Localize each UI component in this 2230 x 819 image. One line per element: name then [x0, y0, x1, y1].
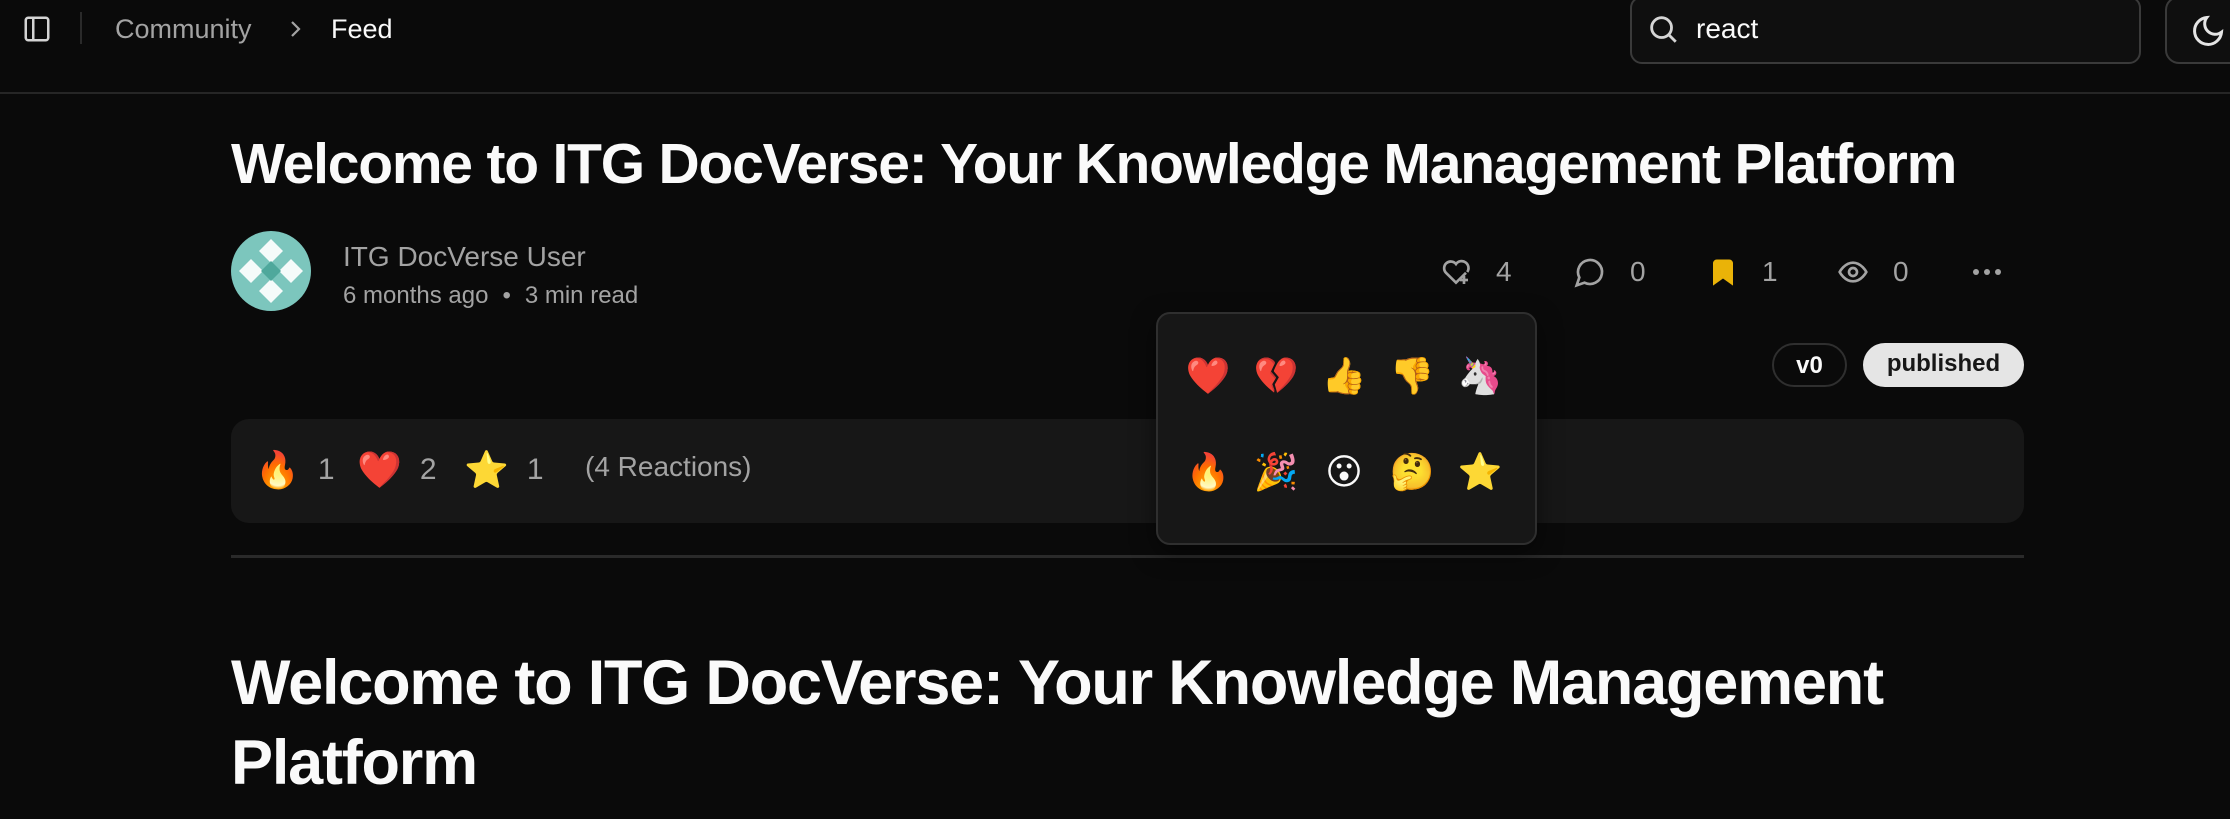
emoji-option-party[interactable]: 🎉 [1248, 444, 1304, 500]
breadcrumb-community[interactable]: Community [115, 10, 252, 48]
bookmark-button[interactable]: 1 [1708, 253, 1778, 291]
views-count: 0 [1893, 256, 1909, 287]
reaction-count: 1 [526, 453, 544, 486]
heart-emoji: ❤️ [357, 449, 402, 490]
comment-button[interactable]: 0 [1574, 253, 1646, 291]
emoji-option-thumbs-up[interactable]: 👍 [1316, 348, 1372, 404]
search-input[interactable] [1696, 10, 2116, 48]
fire-emoji: 🔥 [255, 449, 300, 490]
comment-count: 0 [1630, 256, 1646, 287]
avatar[interactable] [231, 231, 311, 311]
author-name[interactable]: ITG DocVerse User [343, 240, 586, 274]
emoji-option-broken-heart[interactable]: 💔 [1248, 348, 1304, 404]
chevron-right-icon [288, 10, 304, 48]
status-badge: published [1863, 343, 2024, 387]
version-badge: v0 [1772, 343, 1847, 387]
content-heading: Welcome to ITG DocVerse: Your Knowledge … [231, 648, 1884, 798]
moon-icon [2193, 15, 2224, 46]
search-box[interactable] [1630, 0, 2141, 64]
top-bar: Community Feed [0, 0, 2230, 94]
like-button[interactable]: 4 [1440, 253, 1512, 291]
eye-icon [1838, 261, 1868, 283]
meta-separator: • [502, 282, 511, 309]
views-stat: 0 [1837, 253, 1909, 291]
emoji-option-unicorn[interactable]: 🦄 [1452, 348, 1508, 404]
emoji-option-thumbs-down[interactable]: 👎 [1384, 348, 1440, 404]
sidebar-toggle-icon[interactable] [22, 14, 52, 44]
post-title: Welcome to ITG DocVerse: Your Knowledge … [231, 132, 1957, 196]
reactions-total: (4 Reactions) [585, 451, 752, 482]
heart-plus-icon [1442, 259, 1470, 285]
reactions-bar: 🔥 1 ❤️ 2 ⭐ 1 (4 Reactions) [231, 419, 2024, 523]
more-options-button[interactable] [1970, 257, 2004, 287]
search-icon [1646, 12, 1680, 46]
emoji-option-heart[interactable]: ❤️ [1180, 348, 1236, 404]
theme-toggle-button[interactable] [2165, 0, 2230, 64]
reaction-star[interactable]: ⭐ 1 [464, 445, 544, 495]
bookmark-icon [1713, 259, 1733, 286]
emoji-option-thinking[interactable]: 🤔 [1384, 444, 1440, 500]
reaction-count: 1 [317, 453, 335, 486]
reaction-heart[interactable]: ❤️ 2 [357, 445, 437, 495]
header-divider [80, 12, 82, 44]
star-emoji: ⭐ [464, 449, 509, 490]
emoji-picker: ❤️ 💔 👍 👎 🦄 🔥 🎉 😮 🤔 ⭐ [1156, 312, 1537, 545]
more-horizontal-icon [1973, 269, 2001, 275]
content-divider [231, 555, 2024, 558]
comment-icon [1574, 258, 1604, 288]
breadcrumb-feed: Feed [331, 14, 393, 44]
emoji-option-surprised[interactable]: 😮 [1316, 444, 1372, 500]
emoji-option-star[interactable]: ⭐ [1452, 444, 1508, 500]
read-time: 3 min read [524, 282, 639, 309]
reaction-fire[interactable]: 🔥 1 [255, 445, 335, 495]
like-count: 4 [1496, 256, 1512, 287]
post-date: 6 months ago [343, 282, 489, 309]
post-meta: 6 months ago • 3 min read [343, 280, 638, 312]
emoji-option-fire[interactable]: 🔥 [1180, 444, 1236, 500]
reaction-count: 2 [419, 453, 437, 486]
bookmark-count: 1 [1762, 256, 1778, 287]
